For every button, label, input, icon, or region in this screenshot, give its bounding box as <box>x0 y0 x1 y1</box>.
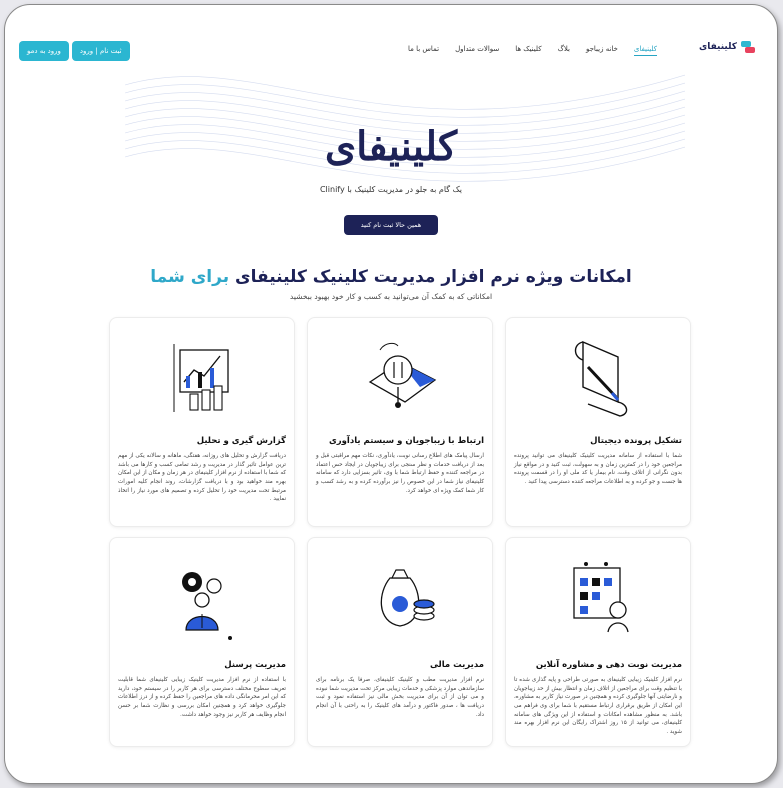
signup-login-button[interactable]: ثبت نام | ورود <box>71 41 130 61</box>
hero-title: کلینیفای <box>324 123 458 170</box>
features-subtitle: امکاناتی که به کمک آن می‌توانید به کسب و… <box>289 292 493 301</box>
card-text: شما با استفاده از سامانه مدیریت کلینیک ک… <box>514 453 682 485</box>
card-title: مدیریت پرسنل <box>224 660 286 670</box>
demo-button[interactable]: ورود به دمو <box>19 41 69 61</box>
envelope-notification-icon <box>368 342 437 408</box>
card-text: با استفاده از نرم افزار مدیریت کلینیک زی… <box>118 677 286 718</box>
features-title-highlight: برای شما <box>150 267 230 287</box>
feature-card-appointments: مدیریت نوبت دهی و مشاوره آنلاین نرم افزا… <box>505 537 691 747</box>
staff-gear-icon <box>182 572 232 640</box>
money-bag-icon <box>380 569 435 627</box>
card-title: ارتباط با زیباجویان و سیستم یادآوری <box>328 436 484 446</box>
card-text: ارسال پیامک های اطلاع رسانی نوبت، یادآور… <box>316 453 484 494</box>
feature-card-staff: مدیریت پرسنل با استفاده از نرم افزار مدی… <box>109 537 295 747</box>
card-title: مدیریت نوبت دهی و مشاوره آنلاین <box>535 660 682 670</box>
calendar-appointment-icon <box>573 562 629 633</box>
signup-now-button[interactable]: همین حالا ثبت نام کنید <box>344 215 438 235</box>
card-text: دریافت گزارش و تحلیل های روزانه، هفتگی، … <box>118 453 286 503</box>
hero-subtitle: یک گام به جلو در مدیریت کلینیک با Clinif… <box>319 185 463 194</box>
browser-frame: کلینیفای کلینیفای خانه زیباجو بلاگ کلینی… <box>4 4 778 784</box>
feature-card-reporting: گزارش گیری و تحلیل دریافت گزارش و تحلیل … <box>109 317 295 527</box>
card-title: گزارش گیری و تحلیل <box>196 436 286 446</box>
card-title: تشکیل پرونده دیجیتال <box>590 436 682 446</box>
header-actions: ثبت نام | ورود ورود به دمو <box>19 41 130 61</box>
analytics-chart-icon <box>173 344 229 412</box>
logo-icon <box>741 41 755 53</box>
features-title-main: امکانات ویژه نرم افزار مدیریت کلینیک کلی… <box>235 267 632 287</box>
feature-card-communication: ارتباط با زیباجویان و سیستم یادآوری ارسا… <box>307 317 493 527</box>
card-text: نرم افزار کلینیک زیبایی کلینیفای به صورت… <box>514 677 682 735</box>
feature-card-finance: مدیریت مالی نرم افزار مدیریت مطب و کلینی… <box>307 537 493 747</box>
card-title: مدیریت مالی <box>429 660 484 670</box>
document-pen-icon <box>574 340 628 417</box>
feature-card-digital-record: تشکیل پرونده دیجیتال شما با استفاده از س… <box>505 317 691 527</box>
logo-text: کلینیفای <box>698 42 737 52</box>
features-title: امکانات ویژه نرم افزار مدیریت کلینیک کلی… <box>5 267 777 287</box>
card-text: نرم افزار مدیریت مطب و کلینیک کلینیفای، … <box>316 677 484 718</box>
site-logo[interactable]: کلینیفای <box>699 41 755 53</box>
